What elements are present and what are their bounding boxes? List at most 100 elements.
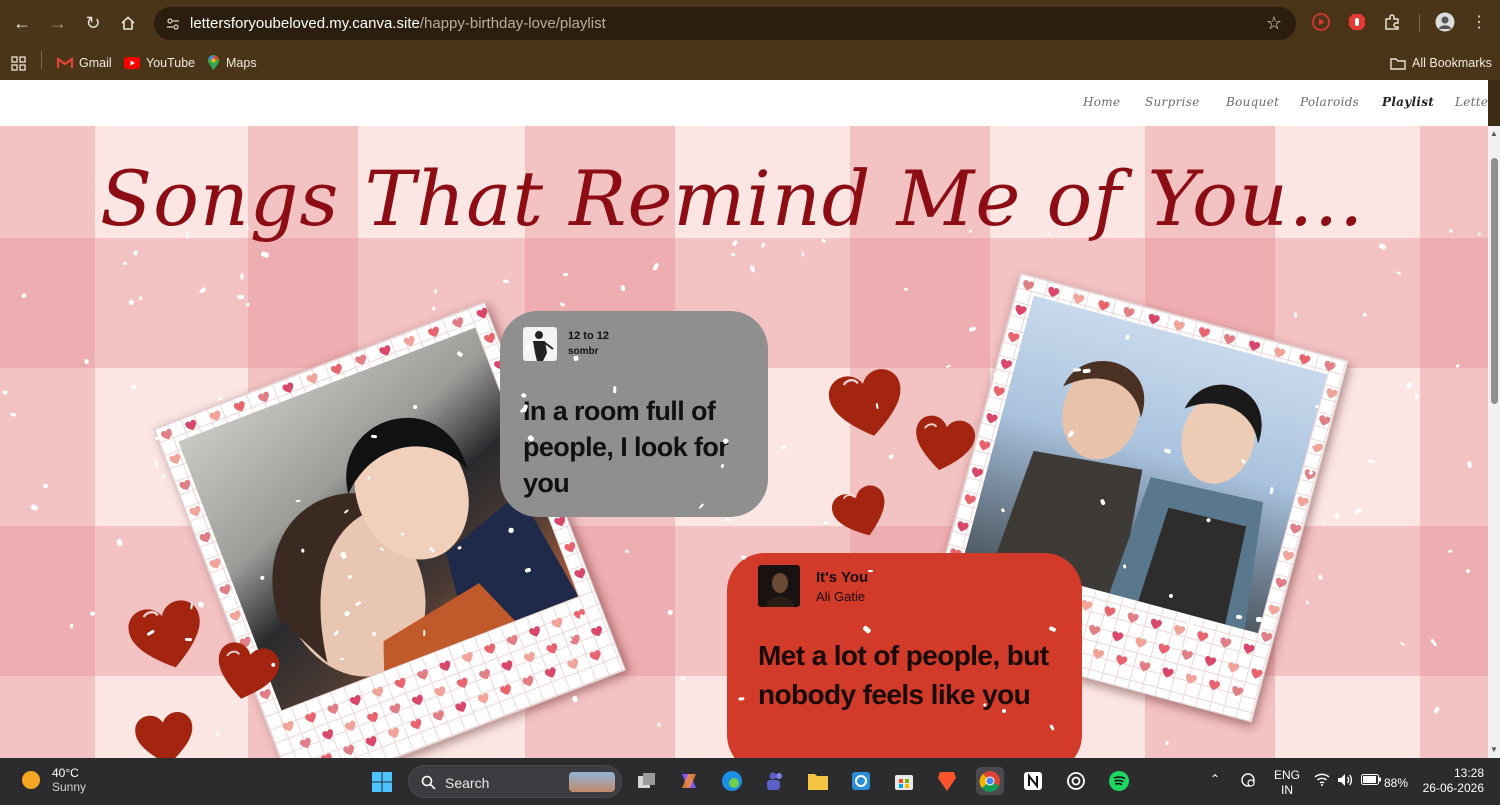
reload-icon[interactable]: ↻ [78,8,108,38]
mini-heart-icon [1228,662,1240,673]
browser-chrome: ← → ↻ lettersforyoubeloved.my.canva.site… [0,0,1500,80]
video-extension-icon[interactable] [1310,11,1332,33]
mini-heart-icon [412,694,424,705]
battery-icon[interactable] [1361,774,1381,788]
chrome-icon[interactable] [976,767,1004,795]
tray-chevron-icon[interactable]: ⌃ [1210,772,1220,786]
apps-grid-icon[interactable] [11,52,26,74]
windows-start-icon[interactable] [368,768,396,796]
nav-polaroids[interactable]: Polaroids [1300,95,1359,109]
chatgpt-icon[interactable] [1062,767,1090,795]
mini-heart-icon [345,720,356,731]
snipping-tool-icon[interactable] [847,767,875,795]
spotify-icon[interactable] [1105,767,1133,795]
mini-heart-icon [1249,340,1261,351]
mini-heart-icon [500,684,512,695]
mini-heart-icon [524,651,536,662]
mini-heart-icon [1148,313,1160,325]
bookmarks-bar: Gmail YouTube Maps All Bookmarks [0,46,1500,80]
mini-heart-icon [993,386,1005,397]
nav-bouquet[interactable]: Bouquet [1226,95,1279,109]
taskbar-search[interactable]: Search [408,765,622,798]
edge-icon[interactable] [718,767,746,795]
mini-heart-icon [1023,280,1035,291]
language-indicator[interactable]: ENG IN [1274,768,1300,798]
teams-icon[interactable] [761,767,789,795]
all-bookmarks[interactable]: All Bookmarks [1390,52,1492,74]
notion-icon[interactable] [1019,767,1047,795]
mini-heart-icon [455,701,467,712]
heart-icon [135,712,193,758]
confetti-fleck [1308,470,1314,476]
forward-icon[interactable]: → [43,8,73,38]
bookmark-star-icon[interactable]: ☆ [1266,13,1282,34]
mini-heart-icon [410,718,422,730]
store-icon[interactable] [890,767,918,795]
confetti-fleck [237,295,245,300]
nav-letter[interactable]: Letter [1455,95,1488,109]
mini-heart-icon [169,453,181,465]
menu-kebab-icon[interactable]: ⋮ [1468,11,1490,33]
mini-heart-icon [1290,523,1302,534]
tray-app-icon[interactable] [1240,772,1256,791]
bookmarks-divider [41,51,42,69]
mini-heart-icon [379,345,391,356]
song-lyric: In a room full of people, I look for you [523,396,729,498]
confetti-fleck [122,261,127,265]
nav-home[interactable]: Home [1083,95,1120,109]
copilot-icon[interactable] [675,767,703,795]
scroll-down-icon[interactable]: ▼ [1489,745,1499,754]
adblock-extension-icon[interactable] [1346,11,1368,33]
nav-playlist[interactable]: Playlist [1382,95,1434,109]
song-card-12-to-12[interactable]: 12 to 12 sombr In a room full of people,… [500,311,768,517]
bookmark-youtube[interactable]: YouTube [124,52,195,74]
home-icon[interactable] [113,8,143,38]
url-text: lettersforyoubeloved.my.canva.site/happy… [190,15,606,32]
taskbar-clock[interactable]: 13:28 26-06-2026 [1418,766,1484,796]
weather-widget[interactable]: 40°C Sunny [20,766,86,794]
site-navigation: Home Surprise Bouquet Polaroids Playlist… [0,80,1488,126]
mini-heart-icon [1163,667,1175,678]
nav-surprise[interactable]: Surprise [1145,95,1200,109]
confetti-fleck [562,273,569,276]
mini-heart-icon [417,669,429,680]
volume-icon[interactable] [1337,773,1353,790]
mini-heart-icon [564,542,576,553]
mini-heart-icon [1008,331,1020,343]
brave-icon[interactable] [933,767,961,795]
toolbar-divider [1419,14,1420,32]
scroll-up-icon[interactable]: ▲ [1489,129,1499,138]
confetti-fleck [240,273,244,280]
file-explorer-icon[interactable] [804,767,832,795]
site-settings-icon[interactable] [164,15,182,33]
confetti-fleck [888,453,894,459]
task-view-icon[interactable] [633,767,661,795]
mini-heart-icon [1123,306,1135,318]
mini-heart-icon [501,660,513,671]
confetti-fleck [130,384,137,390]
bookmark-gmail[interactable]: Gmail [57,52,112,74]
mini-heart-icon [1089,625,1101,636]
mini-heart-icon [1274,347,1286,358]
mini-heart-icon [452,317,464,328]
wifi-icon[interactable] [1314,773,1330,789]
clock-date: 26-06-2026 [1422,781,1484,795]
extensions-puzzle-icon[interactable] [1381,11,1403,33]
windows-taskbar: 40°C Sunny Search ⌃ ENG IN 88% 13:28 26-… [0,758,1500,805]
gmail-icon [57,57,73,68]
confetti-fleck [155,436,160,440]
search-icon [421,775,436,790]
back-icon[interactable]: ← [7,8,37,38]
confetti-fleck [154,459,159,467]
mini-heart-icon [1128,612,1140,623]
scrollbar-thumb[interactable] [1491,158,1498,404]
mini-heart-icon [305,712,317,723]
song-card-its-you[interactable]: It's You Ali Gatie Met a lot of people, … [727,553,1082,758]
mini-heart-icon [567,658,579,669]
mini-heart-icon [321,753,333,758]
confetti-fleck [681,675,686,681]
address-bar[interactable]: lettersforyoubeloved.my.canva.site/happy… [154,7,1296,40]
mini-heart-icon [1299,354,1311,365]
profile-avatar[interactable] [1434,11,1456,33]
bookmark-maps[interactable]: Maps [207,52,257,74]
